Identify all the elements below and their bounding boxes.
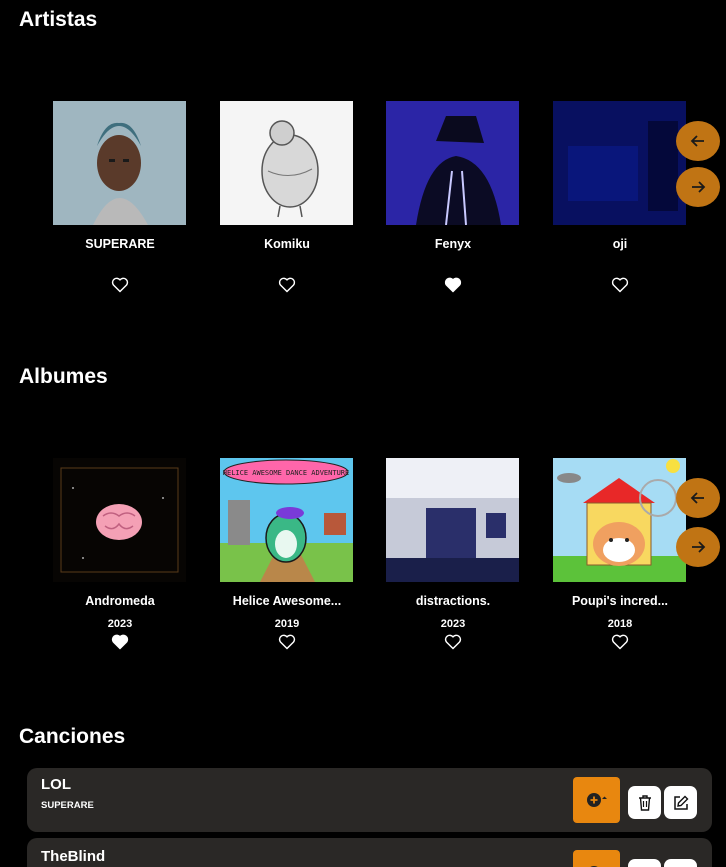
album-cover[interactable]: HELICE AWESOME DANCE ADVENTURE: [220, 458, 353, 582]
album-year: 2019: [274, 618, 300, 630]
album-cover[interactable]: [53, 458, 186, 582]
artist-name[interactable]: Fenyx: [386, 237, 520, 251]
artists-next-button[interactable]: [676, 167, 720, 207]
albums-section-title: Albumes: [19, 365, 108, 388]
album-card[interactable]: HELICE AWESOME DANCE ADVENTURE Helice Aw…: [220, 458, 354, 650]
like-button[interactable]: [553, 634, 687, 650]
heart-icon: [444, 634, 462, 650]
songs-section-title: Canciones: [19, 725, 126, 748]
heart-icon: [611, 277, 629, 293]
edit-button[interactable]: [664, 786, 697, 819]
add-to-playlist-button[interactable]: [573, 850, 620, 867]
like-button[interactable]: [553, 277, 687, 293]
heart-icon: [278, 634, 296, 650]
album-name[interactable]: Poupi's incred...: [553, 594, 687, 608]
album-name[interactable]: distractions.: [386, 594, 520, 608]
album-cover[interactable]: [553, 458, 686, 582]
add-to-playlist-icon: [586, 793, 607, 807]
album-card[interactable]: distractions. 2023: [386, 458, 520, 650]
album-name[interactable]: Helice Awesome...: [220, 594, 354, 608]
artist-card[interactable]: Komiku: [220, 101, 354, 293]
heart-icon: [611, 634, 629, 650]
edit-button[interactable]: [664, 859, 697, 867]
artist-image[interactable]: [386, 101, 519, 225]
delete-button[interactable]: [628, 786, 661, 819]
like-button[interactable]: [53, 277, 187, 293]
album-name[interactable]: Andromeda: [53, 594, 187, 608]
artists-prev-button[interactable]: [676, 121, 720, 161]
artist-card[interactable]: SUPERARE: [53, 101, 187, 293]
artists-section-title: Artistas: [19, 8, 98, 31]
song-row[interactable]: LOL SUPERARE: [27, 768, 712, 832]
like-button[interactable]: [386, 634, 520, 650]
heart-icon: [444, 277, 462, 293]
like-button[interactable]: [220, 277, 354, 293]
artist-card[interactable]: Fenyx: [386, 101, 520, 293]
albums-prev-button[interactable]: [676, 478, 720, 518]
heart-icon: [111, 277, 129, 293]
artist-name[interactable]: oji: [553, 237, 687, 251]
heart-icon: [111, 634, 129, 650]
artist-image[interactable]: [553, 101, 686, 225]
arrow-right-icon: [692, 181, 706, 193]
artist-image[interactable]: [220, 101, 353, 225]
song-artist[interactable]: SUPERARE: [41, 800, 94, 811]
add-to-playlist-button[interactable]: [573, 777, 620, 823]
album-card[interactable]: Poupi's incred... 2018: [553, 458, 687, 650]
like-button[interactable]: [386, 277, 520, 293]
arrow-left-icon: [690, 492, 704, 504]
album-card[interactable]: Andromeda 2023: [53, 458, 187, 650]
like-button[interactable]: [53, 634, 187, 650]
trash-icon: [638, 794, 651, 811]
arrow-right-icon: [692, 541, 706, 553]
artist-name[interactable]: SUPERARE: [53, 237, 187, 251]
song-title[interactable]: LOL: [41, 776, 71, 793]
albums-next-button[interactable]: [676, 527, 720, 567]
arrow-left-icon: [690, 135, 704, 147]
album-year: 2018: [607, 618, 633, 630]
song-title[interactable]: TheBlind: [41, 848, 105, 865]
delete-button[interactable]: [628, 859, 661, 867]
artist-name[interactable]: Komiku: [220, 237, 354, 251]
like-button[interactable]: [220, 634, 354, 650]
song-row[interactable]: TheBlind: [27, 838, 712, 867]
helice-banner-text: HELICE AWESOME DANCE ADVENTURE: [223, 469, 349, 477]
album-year: 2023: [107, 618, 133, 630]
edit-icon: [673, 795, 688, 810]
album-year: 2023: [440, 618, 466, 630]
album-cover[interactable]: [386, 458, 519, 582]
artist-image[interactable]: [53, 101, 186, 225]
heart-icon: [278, 277, 296, 293]
artist-card[interactable]: oji: [553, 101, 687, 293]
